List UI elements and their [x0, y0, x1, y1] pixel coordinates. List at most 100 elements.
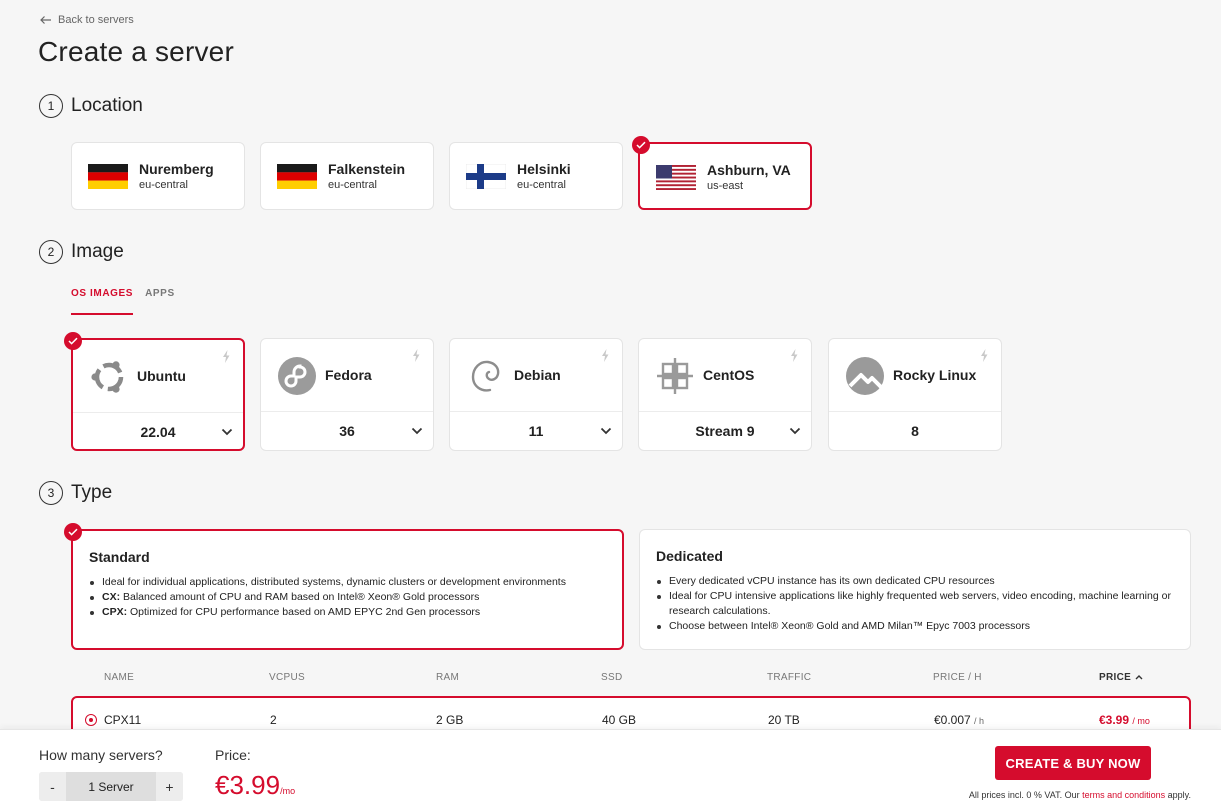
column-header-price-h[interactable]: PRICE / H — [933, 672, 982, 683]
selected-check-icon — [64, 523, 82, 541]
location-card-helsinki[interactable]: Helsinki eu-central — [449, 142, 623, 210]
location-zone: eu-central — [328, 179, 377, 191]
quantity-stepper: - 1 Server + — [39, 772, 183, 801]
selected-check-icon — [632, 136, 650, 154]
version-select[interactable]: Stream 9 — [639, 412, 811, 450]
step-number: 2 — [39, 240, 63, 264]
back-label: Back to servers — [58, 14, 134, 26]
list-item: CPX: Optimized for CPU performance based… — [89, 605, 566, 620]
version-select[interactable]: 8 — [829, 412, 1001, 450]
cell-ram: 2 GB — [436, 713, 464, 727]
location-zone: eu-central — [139, 179, 188, 191]
image-tabs: OS IMAGES APPS — [71, 288, 175, 315]
rocky-linux-icon — [846, 357, 884, 395]
chevron-down-icon — [411, 427, 423, 435]
bolt-icon — [223, 350, 230, 363]
list-item: Every dedicated vCPU instance has its ow… — [656, 574, 1176, 589]
bolt-icon — [413, 349, 420, 362]
image-name: Fedora — [325, 367, 372, 383]
back-to-servers-link[interactable]: Back to servers — [39, 14, 134, 26]
vat-notice: All prices incl. 0 % VAT. Our terms and … — [968, 790, 1191, 800]
arrow-left-icon — [40, 16, 51, 24]
version-select[interactable]: 22.04 — [73, 413, 243, 451]
location-zone: eu-central — [517, 179, 566, 191]
total-price: €3.99/mo — [215, 770, 296, 800]
image-card-ubuntu[interactable]: Ubuntu 22.04 — [71, 338, 245, 451]
list-item: CX: Balanced amount of CPU and RAM based… — [89, 590, 566, 605]
cell-ssd: 40 GB — [602, 713, 637, 727]
location-name: Ashburn, VA — [707, 162, 791, 178]
location-zone: us-east — [707, 180, 744, 192]
image-card-header: Rocky Linux — [829, 339, 1001, 412]
chevron-down-icon — [221, 428, 233, 436]
create-and-buy-button[interactable]: CREATE & BUY NOW — [995, 746, 1151, 780]
location-name: Helsinki — [517, 161, 571, 177]
bolt-icon — [981, 349, 988, 362]
cell-price-h: €0.007 / h — [934, 713, 985, 727]
image-card-fedora[interactable]: Fedora 36 — [260, 338, 434, 451]
list-item: Ideal for individual applications, distr… — [89, 575, 566, 590]
price-label: Price: — [215, 747, 251, 763]
bolt-icon — [791, 349, 798, 362]
version-select[interactable]: 36 — [261, 412, 433, 450]
location-name: Falkenstein — [328, 161, 406, 177]
type-feature-list: Ideal for individual applications, distr… — [89, 575, 566, 620]
order-footer: How many servers? - 1 Server + Price: €3… — [0, 729, 1221, 811]
page-title: Create a server — [38, 36, 234, 67]
decrement-button[interactable]: - — [39, 772, 66, 801]
cell-traffic: 20 TB — [768, 713, 800, 727]
terms-link[interactable]: terms and conditions — [1082, 790, 1165, 800]
image-name: CentOS — [703, 367, 755, 383]
finland-flag-icon — [466, 164, 506, 189]
germany-flag-icon — [277, 164, 317, 189]
image-name: Rocky Linux — [893, 367, 977, 383]
fedora-icon — [278, 357, 316, 395]
server-count-value[interactable]: 1 Server — [66, 772, 156, 801]
cell-vcpus: 2 — [270, 713, 277, 727]
image-card-rocky-linux[interactable]: Rocky Linux 8 — [828, 338, 1002, 451]
column-header-vcpus[interactable]: VCPUS — [269, 672, 305, 683]
debian-icon — [471, 360, 500, 392]
location-card-nuremberg[interactable]: Nuremberg eu-central — [71, 142, 245, 210]
type-card-standard[interactable]: Standard Ideal for individual applicatio… — [71, 529, 624, 650]
type-title: Dedicated — [656, 548, 723, 564]
chevron-down-icon — [600, 427, 612, 435]
image-name: Ubuntu — [137, 368, 186, 384]
bolt-icon — [602, 349, 609, 362]
server-count-label: How many servers? — [39, 747, 163, 763]
create-server-page: Back to servers Create a server 1 Locati… — [0, 0, 1221, 811]
list-item: Choose between Intel® Xeon® Gold and AMD… — [656, 619, 1176, 634]
type-title: Standard — [89, 549, 150, 565]
column-header-name[interactable]: NAME — [104, 672, 134, 683]
image-card-header: Ubuntu — [73, 340, 243, 413]
column-header-ssd[interactable]: SSD — [601, 672, 622, 683]
image-card-centos[interactable]: CentOS Stream 9 — [638, 338, 812, 451]
step-number: 1 — [39, 94, 63, 118]
image-card-header: CentOS — [639, 339, 811, 412]
step-number: 3 — [39, 481, 63, 505]
section-title: Location — [71, 95, 143, 116]
image-section-header: 2 Image — [39, 240, 124, 264]
germany-flag-icon — [88, 164, 128, 189]
chevron-up-icon — [1135, 675, 1143, 680]
centos-icon — [657, 358, 693, 394]
row-radio-button[interactable] — [85, 714, 97, 726]
list-item: Ideal for CPU intensive applications lik… — [656, 589, 1176, 619]
tab-os-images[interactable]: OS IMAGES — [71, 288, 134, 315]
location-section-header: 1 Location — [39, 94, 143, 118]
increment-button[interactable]: + — [156, 772, 183, 801]
type-section-header: 3 Type — [39, 481, 112, 505]
type-card-dedicated[interactable]: Dedicated Every dedicated vCPU instance … — [639, 529, 1191, 650]
version-select[interactable]: 11 — [450, 412, 622, 450]
location-card-ashburn[interactable]: Ashburn, VA us-east — [638, 142, 812, 210]
type-feature-list: Every dedicated vCPU instance has its ow… — [656, 574, 1176, 634]
image-card-debian[interactable]: Debian 11 — [449, 338, 623, 451]
column-header-ram[interactable]: RAM — [436, 672, 459, 683]
location-name: Nuremberg — [139, 161, 214, 177]
location-card-falkenstein[interactable]: Falkenstein eu-central — [260, 142, 434, 210]
chevron-down-icon — [789, 427, 801, 435]
column-header-price[interactable]: PRICE — [1099, 672, 1143, 683]
ubuntu-icon — [91, 361, 124, 393]
tab-apps[interactable]: APPS — [145, 288, 175, 315]
column-header-traffic[interactable]: TRAFFIC — [767, 672, 811, 683]
